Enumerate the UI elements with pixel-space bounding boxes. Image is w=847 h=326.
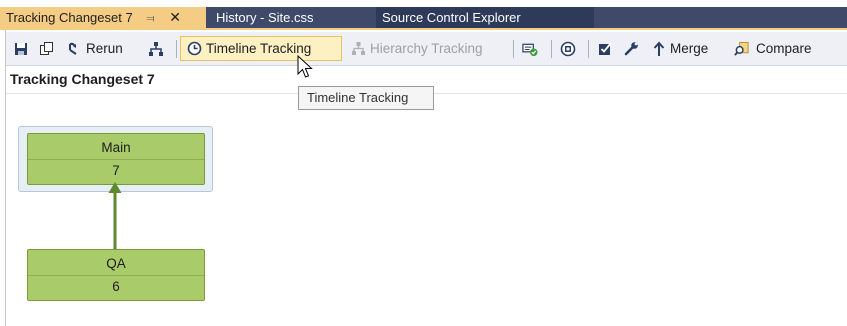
pin-icon[interactable]: ⫤ xyxy=(146,9,154,30)
toolbar: Rerun Timeline Tracking Hierarchy Tracki… xyxy=(6,32,847,66)
hierarchy-icon xyxy=(148,38,164,59)
save-button[interactable] xyxy=(13,38,31,59)
branch-node-qa[interactable]: QA 6 xyxy=(27,249,205,301)
toolbar-separator xyxy=(176,40,177,58)
tab-label: Tracking Changeset 7 xyxy=(6,10,133,25)
changeset-number: 6 xyxy=(112,279,120,294)
tooltip: Timeline Tracking xyxy=(298,86,434,110)
tab-label: Source Control Explorer xyxy=(382,10,521,25)
merge-arrow-icon xyxy=(651,38,667,59)
hierarchy-tracking-label: Hierarchy Tracking xyxy=(370,41,483,56)
compare-label: Compare xyxy=(756,41,812,56)
node-divider xyxy=(28,159,204,160)
tab-source-control-explorer[interactable]: Source Control Explorer xyxy=(376,7,594,28)
branch-node-main[interactable]: Main 7 xyxy=(27,133,205,185)
active-tab-underline xyxy=(0,28,847,30)
rerun-label: Rerun xyxy=(86,41,123,56)
compare-icon xyxy=(734,38,750,59)
panel-border xyxy=(5,30,6,326)
mouse-cursor-icon xyxy=(297,55,313,78)
branch-structure-button[interactable] xyxy=(148,38,166,59)
timeline-tracking-label: Timeline Tracking xyxy=(206,41,312,56)
timeline-tracking-button[interactable]: Timeline Tracking xyxy=(180,36,342,61)
properties-button[interactable] xyxy=(622,38,640,59)
rerun-icon xyxy=(66,38,82,59)
branch-name: Main xyxy=(101,140,131,155)
checkin-button[interactable] xyxy=(596,38,614,59)
merge-arrow xyxy=(108,182,122,250)
close-icon[interactable]: ✕ xyxy=(169,7,181,28)
hierarchy-tracking-button[interactable]: Hierarchy Tracking xyxy=(350,38,502,59)
work-items-button[interactable] xyxy=(558,38,578,59)
toolbar-separator xyxy=(551,40,552,58)
work-items-icon xyxy=(560,38,576,59)
page-title: Tracking Changeset 7 xyxy=(10,71,155,87)
merge-label: Merge xyxy=(670,41,709,56)
copy-button[interactable] xyxy=(38,38,56,59)
rerun-button[interactable]: Rerun xyxy=(66,38,138,59)
clock-icon xyxy=(186,37,202,60)
changeset-number: 7 xyxy=(112,163,120,178)
tab-history-site-css[interactable]: History - Site.css xyxy=(210,7,360,28)
copy-icon xyxy=(38,38,54,59)
tab-label: History - Site.css xyxy=(216,10,314,25)
toolbar-separator xyxy=(588,40,589,58)
view-changeset-button[interactable] xyxy=(521,38,541,59)
wrench-icon xyxy=(623,38,639,59)
tracking-window: Tracking Changeset 7 ⫤ ✕ History - Site.… xyxy=(0,0,847,326)
document-tab-strip: Tracking Changeset 7 ⫤ ✕ History - Site.… xyxy=(0,7,847,30)
node-divider xyxy=(28,275,204,276)
save-icon xyxy=(13,38,29,59)
merge-button[interactable]: Merge xyxy=(651,38,723,59)
tab-tracking-changeset[interactable]: Tracking Changeset 7 ⫤ ✕ xyxy=(0,7,206,28)
toolbar-separator xyxy=(513,40,514,58)
compare-button[interactable]: Compare xyxy=(734,38,828,59)
hierarchy-icon xyxy=(350,38,366,59)
checkmark-icon xyxy=(522,38,538,59)
branch-name: QA xyxy=(106,256,126,271)
checkbox-icon xyxy=(597,38,613,59)
